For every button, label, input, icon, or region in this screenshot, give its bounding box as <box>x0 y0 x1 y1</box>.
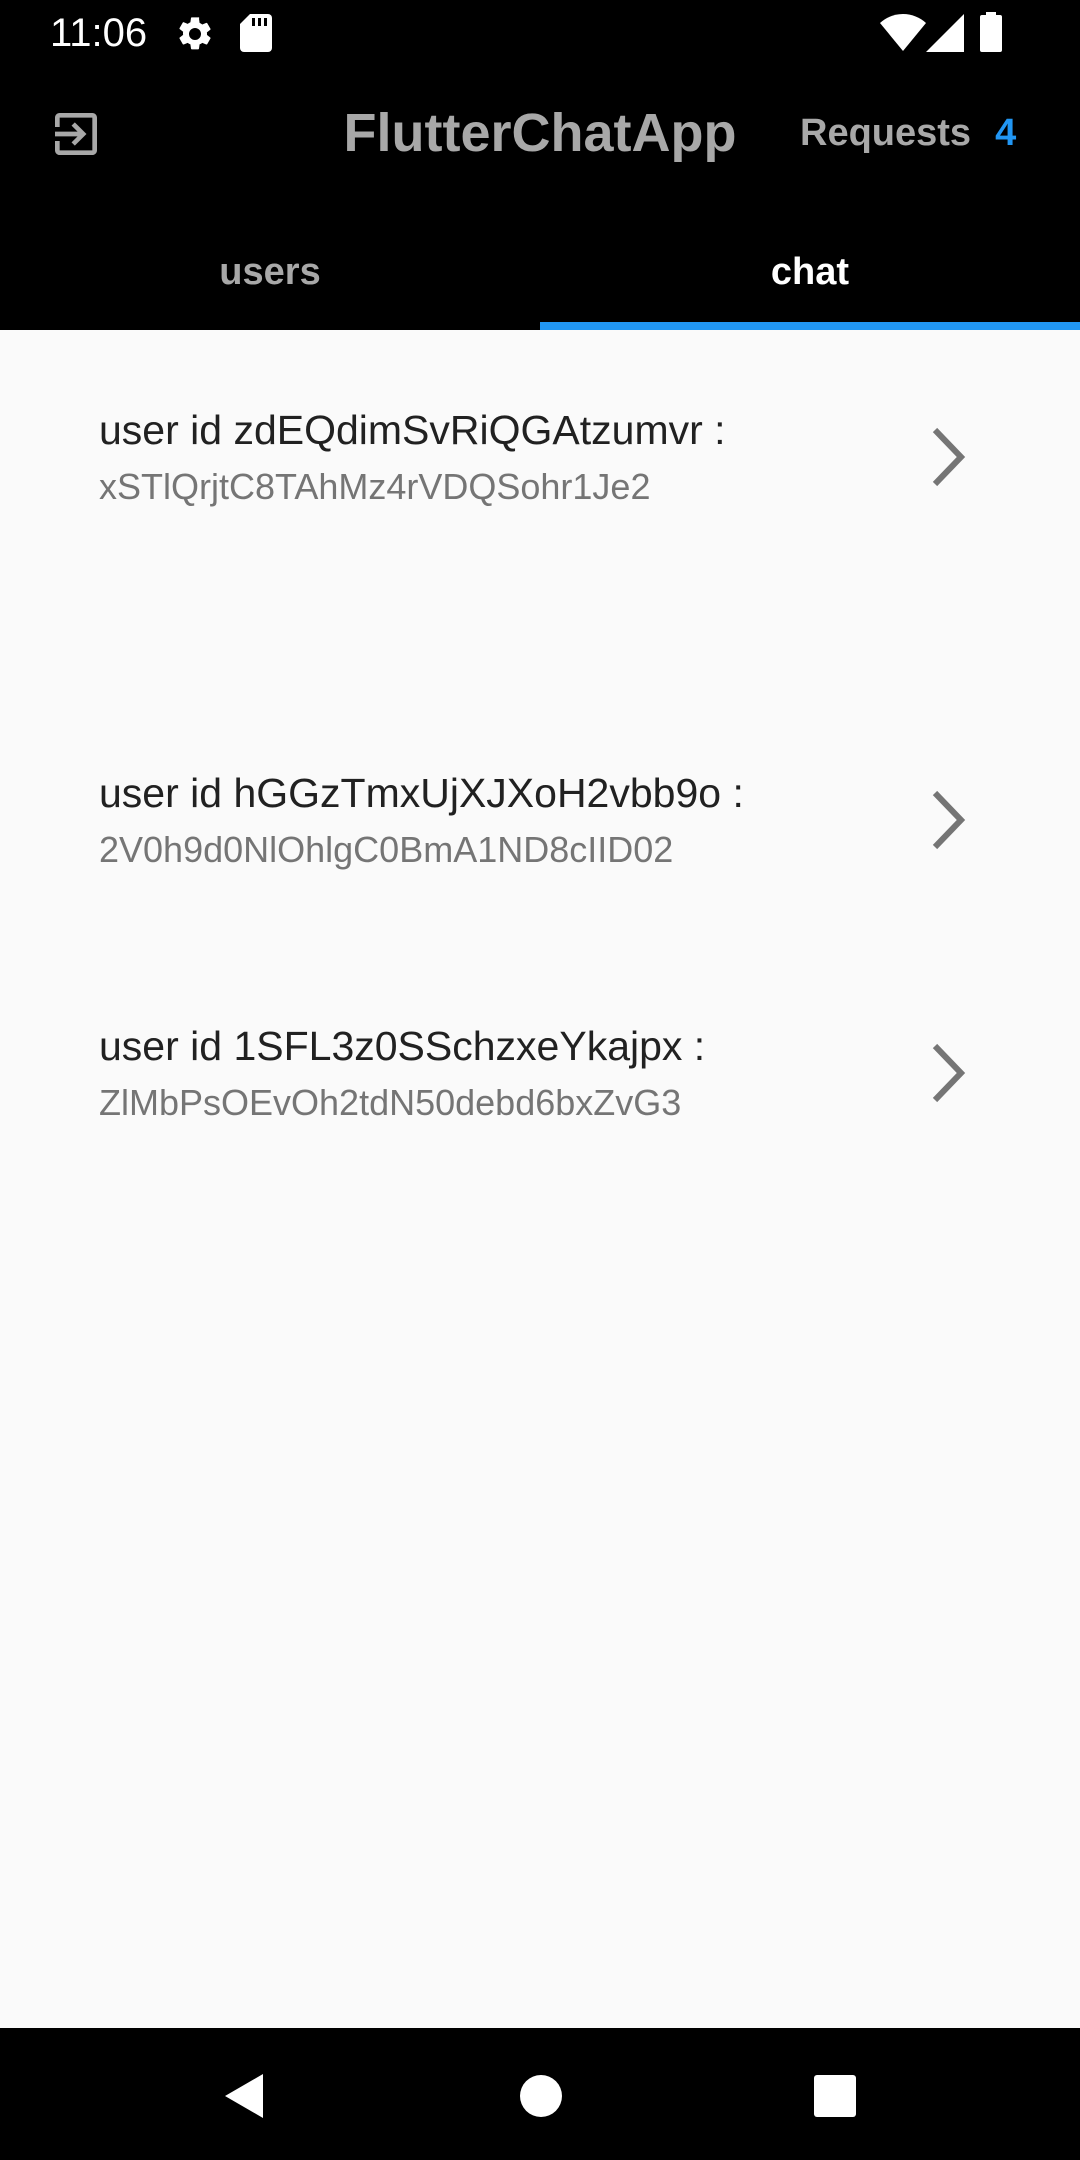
app-title: FlutterChatApp <box>343 103 737 163</box>
chat-item-title: user id 1SFL3z0SSchzxeYkajpx : <box>99 1023 706 1069</box>
logout-icon <box>55 113 97 155</box>
settings-icon <box>175 14 215 54</box>
nav-home-button[interactable] <box>505 2060 577 2132</box>
chat-list-item[interactable]: user id 1SFL3z0SSchzxeYkajpx : ZlMbPsOEv… <box>0 1018 1080 1198</box>
nav-back-button[interactable] <box>205 2060 277 2132</box>
requests-label: Requests <box>800 111 972 154</box>
chevron-right-icon <box>932 1043 966 1103</box>
chat-item-subtitle: xSTlQrjtC8TAhMz4rVDQSohr1Je2 <box>99 466 651 507</box>
sd-card-icon <box>240 14 272 52</box>
chat-item-subtitle: 2V0h9d0NlOhlgC0BmA1ND8cIID02 <box>99 829 674 870</box>
chevron-right-icon <box>932 790 966 850</box>
chat-item-subtitle: ZlMbPsOEvOh2tdN50debd6bxZvG3 <box>99 1082 682 1123</box>
chevron-right-icon <box>932 427 966 487</box>
requests-button[interactable]: Requests 4 <box>800 100 1060 166</box>
nav-recents-button[interactable] <box>799 2060 871 2132</box>
tab-indicator <box>540 322 1080 330</box>
back-triangle-icon <box>225 2074 263 2118</box>
battery-icon <box>980 12 1002 52</box>
chat-item-title: user id zdEQdimSvRiQGAtzumvr : <box>99 407 726 453</box>
requests-count-badge: 4 <box>995 111 1017 154</box>
chat-item-title: user id hGGzTmxUjXJXoH2vbb9o : <box>99 770 744 816</box>
logout-button[interactable] <box>30 88 122 180</box>
signal-icon <box>926 14 964 52</box>
tab-chat[interactable]: chat <box>540 222 1080 322</box>
recents-square-icon <box>814 2075 856 2117</box>
home-circle-icon <box>520 2075 562 2117</box>
chat-list-item[interactable]: user id hGGzTmxUjXJXoH2vbb9o : 2V0h9d0Nl… <box>0 765 1080 945</box>
chat-list-item[interactable]: user id zdEQdimSvRiQGAtzumvr : xSTlQrjtC… <box>0 402 1080 582</box>
status-time: 11:06 <box>50 11 148 55</box>
wifi-icon <box>880 14 926 52</box>
tab-users[interactable]: users <box>0 222 540 322</box>
